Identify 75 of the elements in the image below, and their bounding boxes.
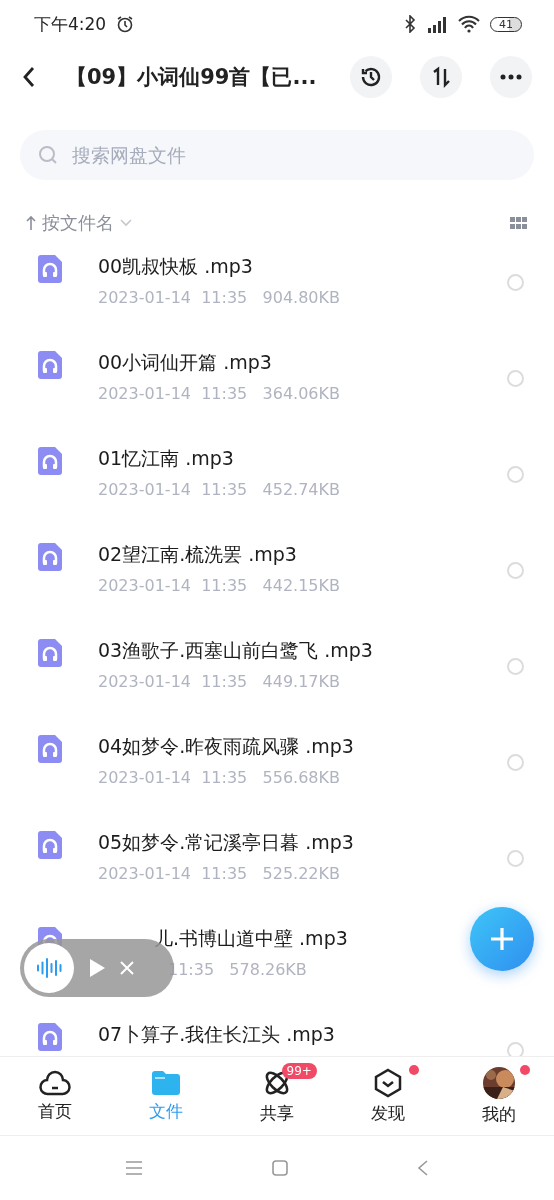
file-row[interactable]: 01忆江南 .mp3 2023-01-14 11:35 452.74KB <box>0 436 554 532</box>
file-row[interactable]: 05如梦令.常记溪亭日暮 .mp3 2023-01-14 11:35 525.22KB <box>0 820 554 916</box>
file-name: 儿.书博山道中壁 .mp3 <box>154 926 348 951</box>
file-name: 03渔歌子.西塞山前白鹭飞 .mp3 <box>98 638 373 663</box>
nav-tab[interactable]: 我的 <box>443 1057 554 1135</box>
select-radio[interactable] <box>507 562 524 579</box>
file-meta: 2023-01-14 11:35 904.80KB <box>98 288 340 307</box>
file-row[interactable]: 00凯叔快板 .mp3 2023-01-14 11:35 904.80KB <box>0 244 554 340</box>
add-button[interactable] <box>470 907 534 971</box>
file-name: 04如梦令.昨夜雨疏风骤 .mp3 <box>98 734 354 759</box>
file-name: 00小词仙开篇 .mp3 <box>98 350 272 375</box>
alarm-icon <box>116 15 135 33</box>
more-icon <box>500 74 522 80</box>
select-radio[interactable] <box>507 1042 524 1056</box>
folder-title: 【09】小词仙99首【已... <box>66 64 318 91</box>
back-nav-button[interactable] <box>417 1160 430 1176</box>
plus-icon <box>489 926 515 952</box>
arrow-up-icon <box>26 215 36 231</box>
play-button[interactable] <box>88 958 106 978</box>
select-radio[interactable] <box>507 370 524 387</box>
audio-file-icon <box>36 254 64 284</box>
nav-tab[interactable]: 首页 <box>0 1057 111 1135</box>
file-name: 02望江南.梳洗罢 .mp3 <box>98 542 297 567</box>
search-field[interactable]: 搜索网盘文件 <box>20 130 534 180</box>
sort-order-button[interactable] <box>420 56 462 98</box>
audio-file-icon <box>36 1022 64 1052</box>
nav-tab[interactable]: 共享 99+ <box>221 1057 333 1135</box>
file-row[interactable]: 04如梦令.昨夜雨疏风骤 .mp3 2023-01-14 11:35 556.68KB <box>0 724 554 820</box>
search-icon <box>38 145 58 165</box>
audio-file-icon <box>36 830 64 860</box>
battery-level: 41 <box>490 16 522 32</box>
bluetooth-icon <box>404 15 416 33</box>
grid-view-button[interactable] <box>510 217 528 229</box>
file-name: 01忆江南 .mp3 <box>98 446 234 471</box>
select-radio[interactable] <box>507 658 524 675</box>
history-button[interactable] <box>350 56 392 98</box>
audio-file-icon <box>36 638 64 668</box>
select-radio[interactable] <box>507 754 524 771</box>
file-row[interactable]: 00小词仙开篇 .mp3 2023-01-14 11:35 364.06KB <box>0 340 554 436</box>
file-name: 07卜算子.我住长江头 .mp3 <box>98 1022 335 1047</box>
select-radio[interactable] <box>507 274 524 291</box>
back-button[interactable] <box>22 66 36 88</box>
file-meta: 2023-01-14 11:35 442.15KB <box>98 576 340 595</box>
file-name: 05如梦令.常记溪亭日暮 .mp3 <box>98 830 354 855</box>
count-badge: 99+ <box>281 1063 317 1079</box>
cloud-icon <box>39 1069 72 1096</box>
file-meta: 2023-01-14 11:35 556.68KB <box>98 768 340 787</box>
chevron-down-icon <box>120 219 132 227</box>
more-button[interactable] <box>490 56 532 98</box>
folder-icon <box>151 1069 182 1096</box>
audio-file-icon <box>36 734 64 764</box>
audio-file-icon <box>36 542 64 572</box>
file-name: 00凯叔快板 .mp3 <box>98 254 253 279</box>
home-button[interactable] <box>272 1160 288 1176</box>
cube-icon <box>373 1067 402 1098</box>
close-button[interactable] <box>120 961 134 975</box>
waveform-icon[interactable] <box>24 943 74 993</box>
nav-tab[interactable]: 发现 <box>332 1057 444 1135</box>
file-meta: 2023-01-14 11:35 364.06KB <box>98 384 340 403</box>
file-row[interactable]: 03渔歌子.西塞山前白鹭飞 .mp3 2023-01-14 11:35 449.17KB <box>0 628 554 724</box>
select-radio[interactable] <box>507 466 524 483</box>
file-row[interactable]: 02望江南.梳洗罢 .mp3 2023-01-14 11:35 442.15KB <box>0 532 554 628</box>
file-meta: 2023-01-14 11:35 525.22KB <box>98 864 340 883</box>
search-input[interactable]: 搜索网盘文件 <box>70 143 516 167</box>
file-row[interactable]: 07卜算子.我住长江头 .mp3 <box>0 1012 554 1056</box>
audio-file-icon <box>36 350 64 380</box>
audio-file-icon <box>36 446 64 476</box>
clock-icon <box>359 65 383 89</box>
signal-icon <box>426 15 448 33</box>
status-time: 下午4:20 <box>34 12 107 36</box>
wifi-icon <box>458 15 480 33</box>
menu-button[interactable] <box>124 1161 143 1175</box>
file-meta: 2023-01-14 11:35 452.74KB <box>98 480 340 499</box>
file-meta: 2023-01-14 11:35 449.17KB <box>98 672 340 691</box>
select-radio[interactable] <box>507 850 524 867</box>
